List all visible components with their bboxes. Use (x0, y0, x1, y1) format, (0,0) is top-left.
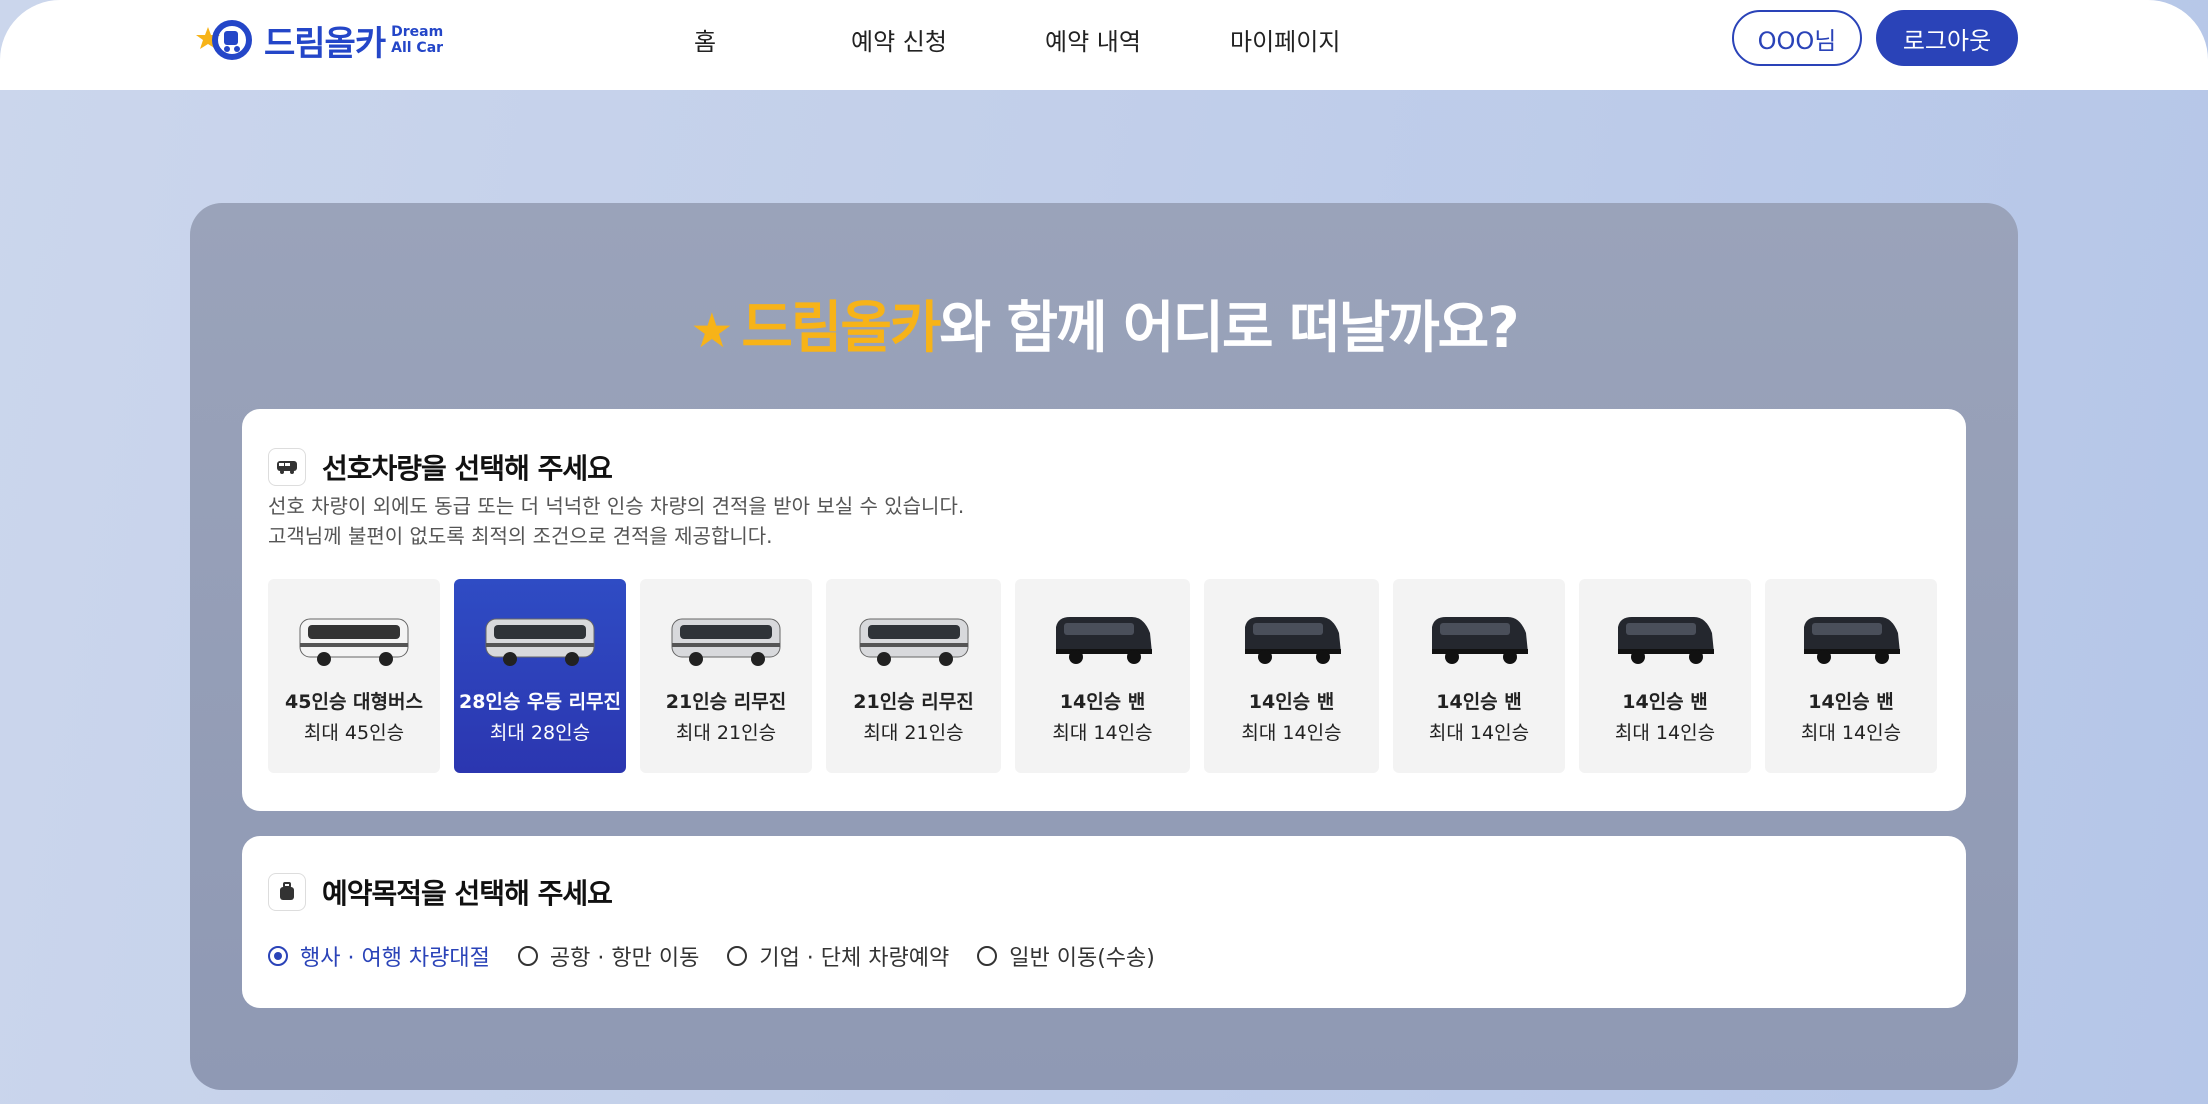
vehicle-name: 28인승 우등 리무진 (458, 691, 622, 713)
vehicle-option[interactable]: 14인승 밴최대 14인승 (1015, 579, 1190, 773)
vehicle-name: 14인승 밴 (1436, 691, 1522, 713)
purpose-option[interactable]: 행사 · 여행 차량대절 (268, 940, 490, 972)
purpose-section-title: 예약목적을 선택해 주세요 (322, 877, 613, 910)
van-icon (1432, 617, 1528, 664)
purpose-option[interactable]: 일반 이동(수송) (977, 940, 1155, 972)
vehicle-name: 14인승 밴 (1059, 691, 1146, 713)
hero-title: ★ 드림올카와 함께 어디로 떠날까요? (190, 283, 2018, 364)
logo[interactable]: 드림올카 Dream All Car (194, 10, 443, 70)
luggage-icon (268, 873, 306, 911)
vehicle-description: 선호 차량이 외에도 동급 또는 더 넉넉한 인승 차량의 견적을 받아 보실 … (268, 491, 964, 551)
logo-sub-line-2: All Car (391, 40, 444, 56)
nav-reservation-history[interactable]: 예약 내역 (1045, 22, 1141, 57)
vehicle-name: 21인승 리무진 (853, 691, 974, 713)
nav-reservation-request[interactable]: 예약 신청 (851, 22, 947, 57)
logout-button[interactable]: 로그아웃 (1876, 10, 2018, 66)
vehicle-name: 21인승 리무진 (665, 691, 787, 713)
van-icon (1618, 617, 1714, 664)
bus-icon (485, 618, 595, 666)
vehicle-capacity: 최대 14인승 (1052, 722, 1153, 744)
purpose-option-label: 행사 · 여행 차량대절 (300, 946, 490, 971)
nav-mypage[interactable]: 마이페이지 (1230, 22, 1340, 57)
purpose-option[interactable]: 기업 · 단체 차량예약 (727, 940, 949, 972)
vehicle-option[interactable]: 14인승 밴최대 14인승 (1204, 579, 1379, 773)
vehicle-name: 14인승 밴 (1622, 691, 1708, 713)
purpose-option-label: 기업 · 단체 차량예약 (759, 946, 950, 971)
van-icon (1244, 617, 1341, 664)
vehicle-option[interactable]: 45인승 대형버스최대 45인승 (268, 579, 440, 773)
purpose-option-label: 공항 · 항만 이동 (549, 946, 700, 971)
vehicle-capacity: 최대 28인승 (489, 722, 591, 744)
logo-sub-line-1: Dream (391, 24, 444, 40)
hero-accent: 드림올카 (741, 296, 941, 361)
bus-icon (268, 448, 306, 486)
vehicle-capacity: 최대 14인승 (1241, 722, 1342, 744)
hero-rest: 와 함께 어디로 떠날까요? (939, 296, 1519, 361)
vehicle-name: 45인승 대형버스 (285, 691, 423, 713)
purpose-card-title: 예약목적을 선택해 주세요 (268, 872, 613, 912)
van-icon (1055, 617, 1152, 664)
radio-icon[interactable] (977, 946, 998, 966)
radio-icon[interactable] (268, 946, 288, 966)
header: 드림올카 Dream All Car 홈 예약 신청 예약 내역 마이페이지 O… (0, 0, 2208, 90)
star-icon: ★ (690, 303, 733, 359)
purpose-card: 예약목적을 선택해 주세요 행사 · 여행 차량대절 공항 · 항만 이동 기업 ·… (242, 836, 1966, 1008)
bus-icon (671, 618, 781, 666)
vehicle-desc-line-1: 선호 차량이 외에도 동급 또는 더 넉넉한 인승 차량의 견적을 받아 보실 … (268, 494, 965, 518)
vehicle-option[interactable]: 14인승 밴최대 14인승 (1765, 579, 1937, 773)
vehicle-capacity: 최대 45인승 (303, 722, 405, 744)
van-icon (1804, 617, 1900, 664)
logo-subtitle: Dream All Car (391, 24, 443, 56)
purpose-option[interactable]: 공항 · 항만 이동 (517, 940, 700, 972)
vehicle-card-title: 선호차량을 선택해 주세요 (268, 447, 613, 487)
vehicle-option[interactable]: 21인승 리무진최대 21인승 (826, 579, 1001, 773)
vehicle-option[interactable]: 21인승 리무진최대 21인승 (640, 579, 812, 773)
bus-icon (299, 618, 409, 666)
user-button[interactable]: OOO님 (1732, 10, 1862, 66)
vehicle-list: 45인승 대형버스 최대 45인승 28인승 우등 리무진 최대 28인승 21인승 리… (268, 579, 1937, 773)
vehicle-section-title: 선호차량을 선택해 주세요 (322, 452, 613, 485)
vehicle-capacity: 최대 14인승 (1800, 722, 1902, 744)
vehicle-desc-line-2: 고객님께 불편이 없도록 최적의 조건으로 견적을 제공합니다. (268, 524, 773, 548)
radio-icon[interactable] (517, 946, 538, 966)
vehicle-option[interactable]: 14인승 밴최대 14인승 (1393, 579, 1565, 773)
vehicle-capacity: 최대 14인승 (1428, 722, 1530, 744)
logo-text: 드림올카 (264, 23, 386, 64)
nav-home[interactable]: 홈 (694, 22, 716, 57)
vehicle-name: 14인승 밴 (1248, 691, 1335, 713)
bus-icon (859, 618, 968, 666)
vehicle-capacity: 최대 21인승 (863, 722, 964, 744)
reservation-panel: ★ 드림올카와 함께 어디로 떠날까요? 선호차량을 선택해 주세요 선호 차량이… (190, 203, 2018, 1090)
logo-icon (196, 20, 252, 60)
purpose-options: 행사 · 여행 차량대절 공항 · 항만 이동 기업 · 단체 차량예약 일반 이동(… (268, 940, 1183, 972)
vehicle-option[interactable]: 14인승 밴최대 14인승 (1579, 579, 1751, 773)
radio-icon[interactable] (727, 946, 748, 966)
vehicle-card: 선호차량을 선택해 주세요 선호 차량이 외에도 동급 또는 더 넉넉한 인승 … (242, 409, 1966, 811)
vehicle-capacity: 최대 21인승 (675, 722, 777, 744)
purpose-option-label: 일반 이동(수송) (1009, 946, 1155, 971)
vehicle-name: 14인승 밴 (1808, 691, 1894, 713)
vehicle-option[interactable]: 28인승 우등 리무진최대 28인승 (454, 579, 626, 773)
vehicle-capacity: 최대 14인승 (1614, 722, 1716, 744)
